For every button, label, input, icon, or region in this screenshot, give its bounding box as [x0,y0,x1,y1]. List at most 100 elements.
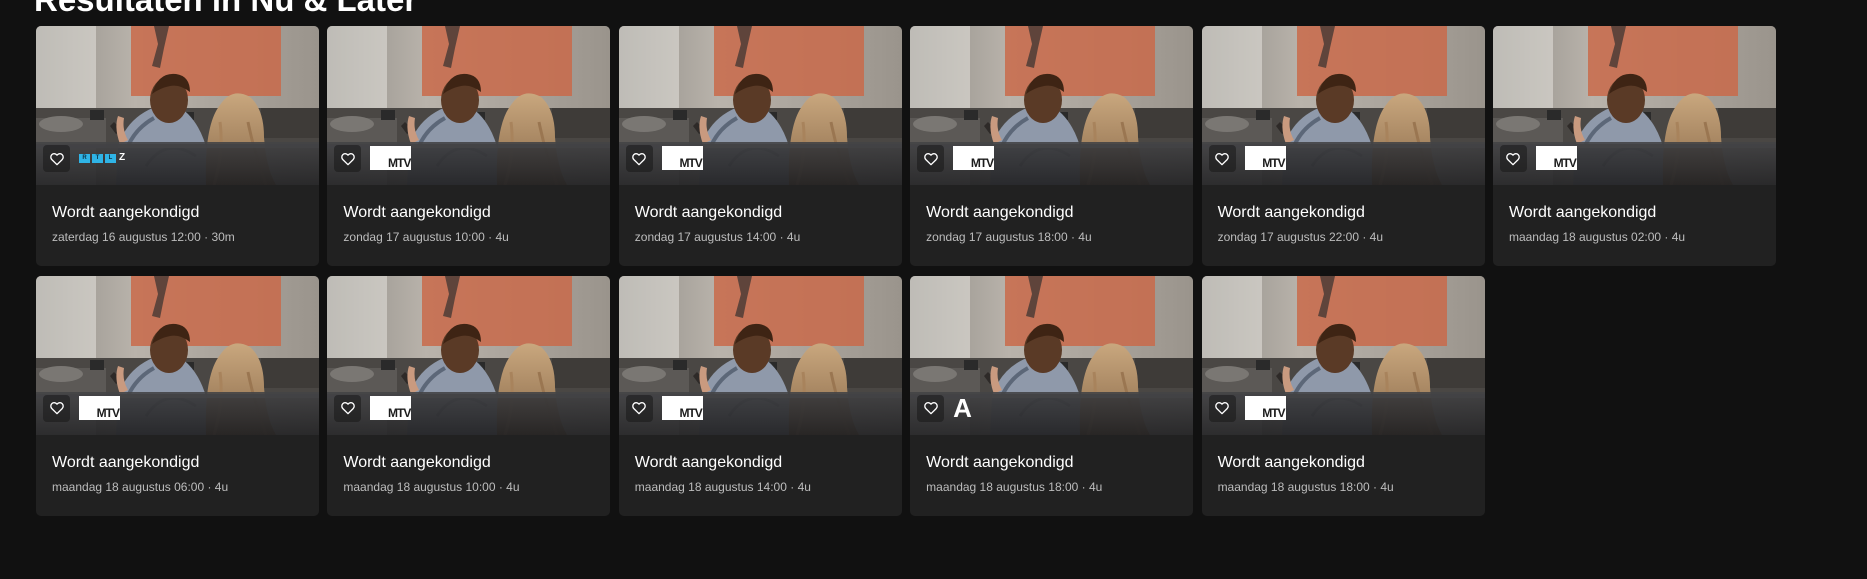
mtv-logo-text: MTV [1262,405,1285,420]
channel-logo: MTV [1535,146,1577,170]
channel-logo: MTV [370,395,411,420]
program-title: Wordt aangekondigd [1217,453,1365,471]
heart-outline-icon [49,152,64,165]
program-schedule: zondag 17 augustus 14:00 · 4u [634,230,801,244]
program-card[interactable]: MTV Wordt aangekondigd maandag 18 august… [1201,275,1485,516]
program-thumbnail: MTV [327,275,611,435]
program-card[interactable]: MTV Wordt aangekondigd zondag 17 augustu… [910,26,1194,266]
program-title: Wordt aangekondigd [634,204,783,221]
program-schedule: maandag 18 augustus 14:00 · 4u [634,479,811,494]
program-card[interactable]: MTV Wordt aangekondigd maandag 18 august… [36,275,319,516]
channel-logo: MTV [953,146,994,170]
favorite-button[interactable] [334,145,362,172]
heart-outline-icon [341,402,355,415]
favorite-button[interactable] [43,145,70,172]
mtv-logo: MTV [661,395,703,420]
mtv-logo-text: MTV [1262,156,1285,170]
mtv-logo: MTV [370,395,411,420]
results-grid: RTLZ Wordt aangekondigd zaterdag 16 augu… [36,26,1776,516]
program-card[interactable]: MTV Wordt aangekondigd maandag 18 august… [327,275,611,516]
program-card[interactable]: A Wordt aangekondigd maandag 18 augustus… [910,275,1194,516]
a-channel-logo: A [953,392,972,423]
heart-outline-icon [1506,152,1521,165]
mtv-logo-text: MTV [679,405,702,420]
program-title: Wordt aangekondigd [926,453,1074,471]
section-title: Resultaten in Nu & Later [34,0,417,16]
program-card[interactable]: RTLZ Wordt aangekondigd zaterdag 16 augu… [36,26,319,266]
program-thumbnail: RTLZ [36,26,319,185]
program-thumbnail: MTV [1201,26,1485,185]
program-thumbnail: MTV [1492,26,1776,185]
favorite-button[interactable] [1208,145,1236,172]
program-thumbnail: MTV [36,275,319,435]
program-title: Wordt aangekondigd [1217,204,1365,221]
favorite-button[interactable] [1208,394,1236,422]
heart-outline-icon [1215,152,1229,165]
program-card[interactable]: MTV Wordt aangekondigd zondag 17 augustu… [618,26,902,266]
program-title: Wordt aangekondigd [1508,204,1657,221]
program-card[interactable]: MTV Wordt aangekondigd zondag 17 augustu… [327,26,611,266]
mtv-logo-text: MTV [388,405,411,420]
favorite-button[interactable] [43,394,70,422]
favorite-button[interactable] [1499,145,1527,172]
heart-outline-icon [49,402,64,415]
program-title: Wordt aangekondigd [52,204,200,221]
mtv-logo-text: MTV [970,156,994,170]
program-title: Wordt aangekondigd [926,204,1074,221]
channel-logo: A [953,392,972,423]
program-schedule: zondag 17 augustus 22:00 · 4u [1217,230,1384,244]
channel-logo: MTV [79,395,120,420]
program-schedule: zondag 17 augustus 18:00 · 4u [926,230,1092,244]
program-thumbnail: MTV [618,26,902,185]
mtv-logo-text: MTV [679,156,702,170]
program-schedule: zaterdag 16 augustus 12:00 · 30m [52,230,235,244]
heart-outline-icon [632,402,647,415]
program-title: Wordt aangekondigd [52,453,200,471]
rtlz-logo: RTLZ [79,151,125,165]
rtlz-logo-suffix: Z [119,152,126,163]
program-card[interactable]: MTV Wordt aangekondigd maandag 18 august… [618,275,902,516]
channel-logo: MTV [661,395,703,420]
mtv-logo: MTV [1244,395,1286,420]
mtv-logo-text: MTV [96,405,120,420]
rtlz-logo-letter: T [92,153,103,163]
heart-outline-icon [341,152,355,165]
mtv-logo-text: MTV [1553,156,1577,170]
favorite-button[interactable] [917,145,945,172]
program-schedule: maandag 18 augustus 06:00 · 4u [52,479,229,494]
program-schedule: zondag 17 augustus 10:00 · 4u [343,230,509,244]
channel-logo: MTV [661,146,703,170]
channel-logo: MTV [370,146,411,170]
mtv-logo: MTV [1244,146,1286,170]
favorite-button[interactable] [625,145,653,172]
heart-outline-icon [1215,402,1229,415]
favorite-button[interactable] [625,394,653,422]
mtv-logo: MTV [79,395,120,420]
rtlz-logo-letter: L [105,153,116,163]
results-page: Resultaten in Nu & Later RTLZ Wordt aang… [0,0,1867,579]
program-schedule: maandag 18 augustus 18:00 · 4u [926,479,1103,494]
program-thumbnail: MTV [327,26,611,185]
program-title: Wordt aangekondigd [343,453,491,471]
program-card[interactable]: MTV Wordt aangekondigd zondag 17 augustu… [1201,26,1485,266]
program-card[interactable]: MTV Wordt aangekondigd maandag 18 august… [1492,26,1776,266]
favorite-button[interactable] [334,394,362,422]
channel-logo: MTV [1244,395,1286,420]
program-schedule: maandag 18 augustus 02:00 · 4u [1508,230,1686,244]
mtv-logo: MTV [370,146,411,170]
mtv-logo: MTV [1535,146,1577,170]
channel-logo: MTV [1244,146,1286,170]
heart-outline-icon [923,152,938,165]
mtv-logo-text: MTV [388,156,411,170]
favorite-button[interactable] [917,394,945,422]
program-schedule: maandag 18 augustus 10:00 · 4u [343,479,520,494]
channel-logo: RTLZ [79,146,125,170]
program-thumbnail: MTV [618,275,902,435]
program-title: Wordt aangekondigd [343,204,491,221]
program-thumbnail: MTV [1201,275,1485,435]
heart-outline-icon [632,152,647,165]
program-thumbnail: A [910,275,1194,435]
heart-outline-icon [923,402,938,415]
mtv-logo: MTV [661,146,703,170]
program-schedule: maandag 18 augustus 18:00 · 4u [1217,479,1394,494]
